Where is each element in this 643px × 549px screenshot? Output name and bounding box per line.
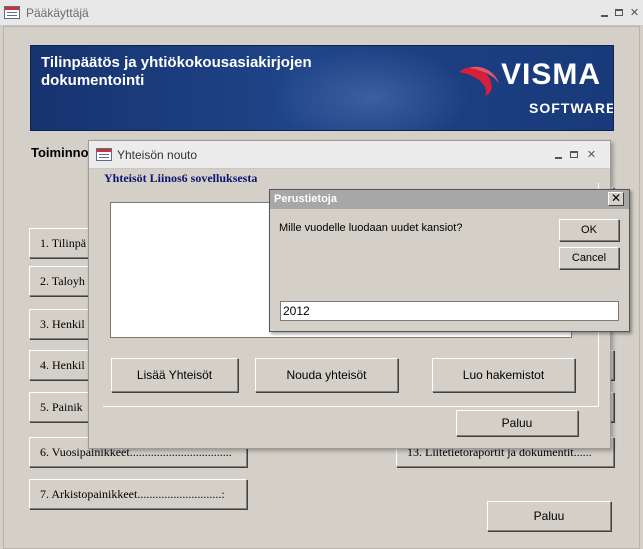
visma-logo-subtext: SOFTWARE xyxy=(529,100,614,116)
minimize-icon[interactable] xyxy=(598,7,611,20)
menu-button-7[interactable]: 7. Arkistopainikkeet....................… xyxy=(29,479,247,509)
cancel-button[interactable]: Cancel xyxy=(559,247,619,269)
banner-title: Tilinpäätös ja yhtiökokousasiakirjojen d… xyxy=(41,54,312,89)
menu-button-5[interactable]: 5. Painik xyxy=(29,392,89,422)
app-form-icon xyxy=(4,6,20,19)
create-directories-button[interactable]: Luo hakemistot xyxy=(432,358,575,392)
visma-logo-text: VISMA xyxy=(501,58,602,91)
nouto-close-icon[interactable]: ✕ xyxy=(585,148,598,161)
perustietoja-dialog: Perustietoja ✕ Mille vuodelle luodaan uu… xyxy=(269,189,630,332)
header-banner: Tilinpäätös ja yhtiökokousasiakirjojen d… xyxy=(30,45,614,131)
nouto-dialog-title: Yhteisön nouto xyxy=(117,148,198,162)
nouto-dialog-titlebar[interactable]: Yhteisön nouto ✕ xyxy=(89,141,610,169)
nouto-restore-icon[interactable] xyxy=(568,149,581,162)
menu-button-3[interactable]: 3. Henkil xyxy=(29,309,89,339)
nouto-form-icon xyxy=(96,148,112,161)
nouto-back-button[interactable]: Paluu xyxy=(456,410,578,436)
section-label: Toiminno xyxy=(31,145,89,160)
visma-logo-icon xyxy=(459,66,499,96)
perustietoja-titlebar[interactable]: Perustietoja ✕ xyxy=(270,190,629,209)
nouto-minimize-icon[interactable] xyxy=(552,149,565,162)
year-question-label: Mille vuodelle luodaan uudet kansiot? xyxy=(279,222,463,234)
menu-button-2[interactable]: 2. Taloyh xyxy=(29,266,89,296)
restore-icon[interactable] xyxy=(613,7,626,20)
perustietoja-title: Perustietoja xyxy=(274,193,337,205)
main-back-button[interactable]: Paluu xyxy=(487,501,611,531)
add-entities-button[interactable]: Lisää Yhteisöt xyxy=(111,358,238,392)
close-icon[interactable]: ✕ xyxy=(628,6,641,19)
year-input[interactable] xyxy=(280,301,619,321)
menu-button-4[interactable]: 4. Henkil xyxy=(29,350,89,380)
main-window-titlebar[interactable]: Pääkäyttäjä ✕ xyxy=(0,0,643,26)
main-window-title: Pääkäyttäjä xyxy=(26,6,89,20)
ok-button[interactable]: OK xyxy=(559,219,619,241)
menu-button-1[interactable]: 1. Tilinpä xyxy=(29,228,89,258)
fetch-entities-button[interactable]: Nouda yhteisöt xyxy=(255,358,398,392)
perustietoja-close-icon[interactable]: ✕ xyxy=(608,192,624,206)
